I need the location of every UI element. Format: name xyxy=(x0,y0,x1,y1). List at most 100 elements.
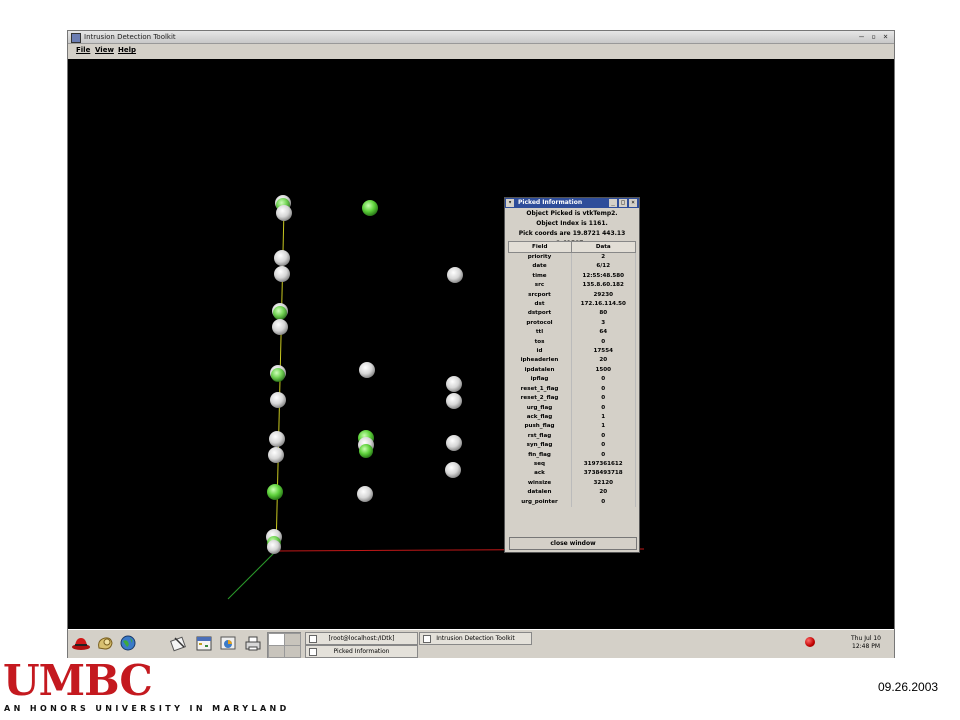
dialog-maximize-icon[interactable]: □ xyxy=(619,199,627,207)
table-row: winsize 32120 xyxy=(508,478,636,489)
menu-file[interactable]: File xyxy=(76,46,90,54)
sphere xyxy=(274,250,290,266)
dialog-titlebar[interactable]: ▾ Picked Information _ □ × xyxy=(505,198,639,208)
chart-icon[interactable] xyxy=(219,634,239,652)
sphere xyxy=(362,200,378,216)
close-icon[interactable]: × xyxy=(881,32,890,41)
calendar-icon[interactable] xyxy=(194,634,214,652)
globe-icon[interactable] xyxy=(118,634,138,652)
field-name-cell: time xyxy=(508,271,572,282)
field-name-cell: ack_flag xyxy=(508,412,572,423)
slide-date: 09.26.2003 xyxy=(878,680,939,694)
field-value-cell: 0 xyxy=(571,450,636,460)
table-row: reset_2_flag 0 xyxy=(508,394,636,404)
column-header-data: Data xyxy=(570,241,636,253)
field-value-cell: 1500 xyxy=(571,365,636,376)
pick-info: Object Picked is vtkTemp2. Object Index … xyxy=(505,209,639,247)
table-row: protocol 3 xyxy=(508,318,636,329)
field-name-cell: urg_flag xyxy=(508,403,572,413)
field-name-cell: reset_1_flag xyxy=(508,384,572,395)
table-row: rst_flag 0 xyxy=(508,431,636,442)
table-row: ipdatalen 1500 xyxy=(508,365,636,376)
table-row: urg_pointer 0 xyxy=(508,497,636,507)
terminal-icon xyxy=(309,635,317,643)
clock[interactable]: Thu Jul 10 12:48 PM xyxy=(843,635,889,651)
editor-icon[interactable] xyxy=(169,634,189,652)
printer-icon[interactable] xyxy=(243,634,263,652)
scene-svg xyxy=(227,195,645,600)
sphere xyxy=(446,376,462,392)
window-titlebar[interactable]: Intrusion Detection Toolkit – ▫ × xyxy=(68,31,894,44)
taskbar: [root@localhost:/IDtk] Intrusion Detecti… xyxy=(68,629,894,658)
task-label: Picked Information xyxy=(333,648,390,655)
record-indicator-icon[interactable] xyxy=(805,637,815,647)
table-row: push_flag 1 xyxy=(508,422,636,432)
table-row: seq 3197361612 xyxy=(508,459,636,470)
field-value-cell: 0 xyxy=(571,431,636,442)
field-name-cell: rst_flag xyxy=(508,431,572,442)
field-name-cell: ack xyxy=(508,469,572,479)
dialog-close-icon[interactable]: × xyxy=(629,199,637,207)
field-name-cell: protocol xyxy=(508,318,572,329)
workspace-3[interactable] xyxy=(268,645,285,658)
table-row: priority 2 xyxy=(508,252,636,263)
desktop-screenshot: Intrusion Detection Toolkit – ▫ × File V… xyxy=(67,30,895,658)
field-value-cell: 3197361612 xyxy=(571,459,636,470)
table-row: dst 172.16.114.50 xyxy=(508,300,636,310)
field-name-cell: winsize xyxy=(508,478,572,489)
field-name-cell: push_flag xyxy=(508,422,572,432)
pick-coords: Pick coords are 19.8721 443.13 2.61587 . xyxy=(518,230,626,247)
sphere xyxy=(267,540,281,554)
field-value-cell: 32120 xyxy=(571,478,636,489)
task-terminal[interactable]: [root@localhost:/IDtk] xyxy=(305,632,418,645)
task-intrusion-detection-toolkit[interactable]: Intrusion Detection Toolkit xyxy=(419,632,532,645)
menu-help[interactable]: Help xyxy=(118,46,136,54)
sphere xyxy=(447,267,463,283)
field-name-cell: priority xyxy=(508,252,572,263)
field-name-cell: urg_pointer xyxy=(508,497,572,507)
pick-object-index: Object Index is 1161. xyxy=(536,220,608,227)
task-picked-information[interactable]: Picked Information xyxy=(305,645,418,658)
close-window-button[interactable]: close window xyxy=(509,537,637,550)
field-name-cell: fin_flag xyxy=(508,450,572,460)
column-header-field: Field xyxy=(508,241,572,253)
field-name-cell: seq xyxy=(508,459,572,470)
table-row: ttl 64 xyxy=(508,328,636,338)
workspace-pager[interactable] xyxy=(267,632,301,658)
dialog-menu-icon[interactable]: ▾ xyxy=(506,199,514,207)
table-row: reset_1_flag 0 xyxy=(508,384,636,395)
document-icon xyxy=(309,648,317,656)
field-name-cell: src xyxy=(508,281,572,291)
dialog-minimize-icon[interactable]: _ xyxy=(609,199,617,207)
redhat-menu-icon[interactable] xyxy=(71,634,91,652)
field-name-cell: dst xyxy=(508,300,572,310)
menu-view[interactable]: View xyxy=(95,46,114,54)
workspace-4[interactable] xyxy=(284,645,301,658)
task-label: Intrusion Detection Toolkit xyxy=(436,635,515,642)
table-row: tos 0 xyxy=(508,337,636,348)
sphere xyxy=(446,393,462,409)
field-value-cell: 3 xyxy=(571,318,636,329)
field-name-cell: tos xyxy=(508,337,572,348)
field-data-table: Field Data priority 2 date 6/12 time 12:55:48… xyxy=(508,241,636,507)
field-value-cell: 1 xyxy=(571,422,636,432)
field-value-cell: 6/12 xyxy=(571,262,636,272)
field-value-cell: 2 xyxy=(571,252,636,263)
sphere xyxy=(272,319,288,335)
field-value-cell: 3738493718 xyxy=(571,469,636,479)
maximize-icon[interactable]: ▫ xyxy=(869,32,878,41)
sphere xyxy=(271,368,285,382)
mail-icon[interactable] xyxy=(95,634,115,652)
minimize-icon[interactable]: – xyxy=(857,32,866,41)
3d-render-viewport[interactable]: ▾ Picked Information _ □ × Object Picked… xyxy=(68,59,894,629)
field-value-cell: 20 xyxy=(571,488,636,498)
field-name-cell: dstport xyxy=(508,309,572,319)
sphere xyxy=(359,444,373,458)
field-value-cell: 0 xyxy=(571,394,636,404)
sphere xyxy=(267,484,283,500)
field-value-cell: 172.16.114.50 xyxy=(571,300,636,310)
sphere xyxy=(357,486,373,502)
clock-time: 12:48 PM xyxy=(852,643,880,650)
field-value-cell: 80 xyxy=(571,309,636,319)
task-label: [root@localhost:/IDtk] xyxy=(328,635,395,642)
